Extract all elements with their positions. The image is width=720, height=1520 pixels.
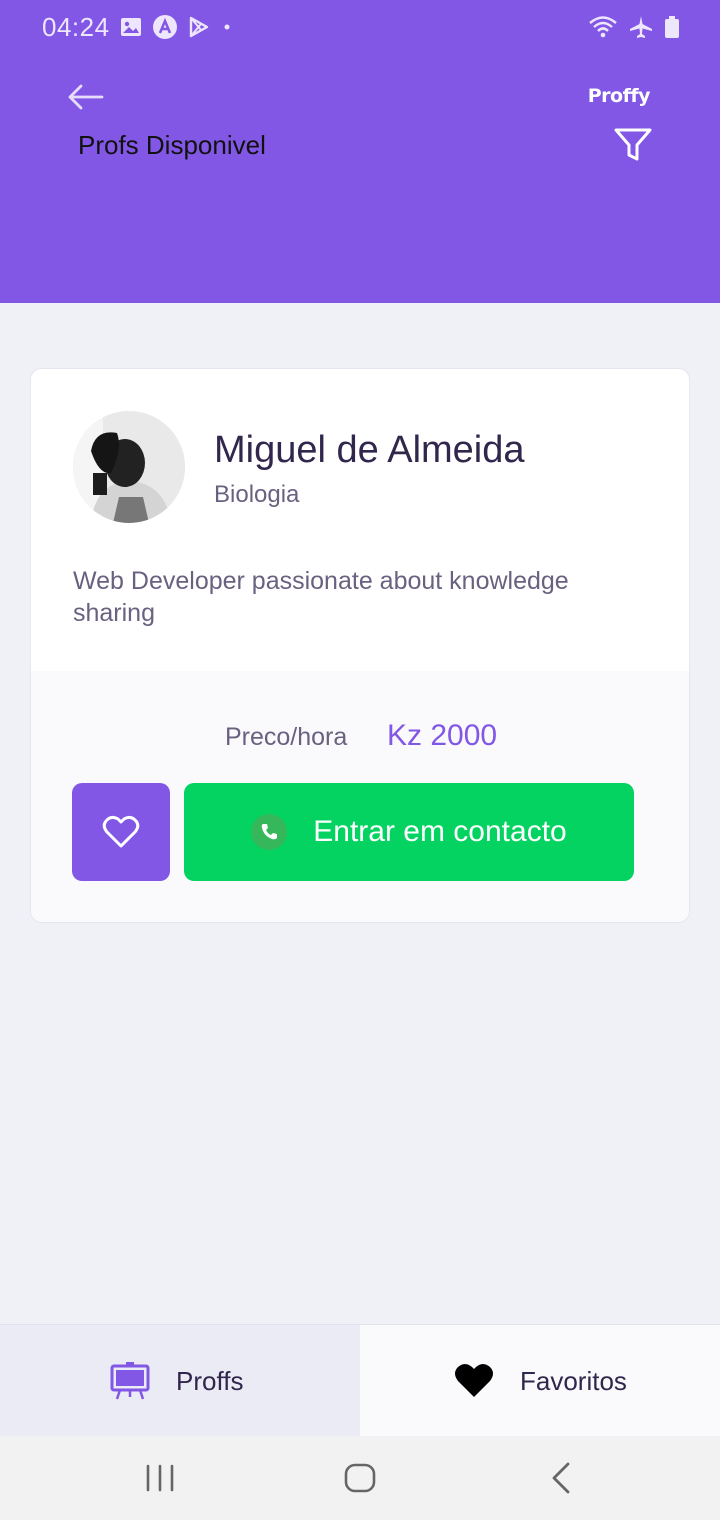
- avatar: [73, 411, 185, 523]
- teacher-profile: Miguel de Almeida Biologia Web Developer…: [31, 369, 689, 671]
- wifi-icon: [589, 16, 617, 38]
- back-arrow-icon[interactable]: [66, 82, 104, 112]
- teacher-subject: Biologia: [214, 481, 300, 508]
- teacher-card: Miguel de Almeida Biologia Web Developer…: [30, 368, 690, 923]
- battery-icon: [665, 16, 679, 38]
- system-back-icon[interactable]: [542, 1460, 582, 1496]
- card-footer: Preco/hora Kz 2000 Entrar em contacto: [31, 671, 689, 922]
- teacher-bio: Web Developer passionate about knowledge…: [73, 567, 569, 627]
- filter-icon[interactable]: [612, 126, 654, 164]
- system-navigation-bar: [0, 1436, 720, 1520]
- tab-proffs-label: Proffs: [176, 1365, 244, 1396]
- teacher-name: Miguel de Almeida: [214, 429, 525, 471]
- dot-icon: [224, 24, 230, 30]
- home-icon[interactable]: [340, 1460, 380, 1496]
- heart-outline-icon: [102, 815, 140, 848]
- contact-button[interactable]: Entrar em contacto: [184, 783, 634, 881]
- tab-bar: Proffs Favoritos: [0, 1324, 720, 1437]
- easel-icon: [110, 1362, 150, 1400]
- image-icon: [121, 18, 141, 36]
- play-store-icon: [189, 16, 209, 38]
- heart-icon: [455, 1364, 493, 1397]
- tab-favoritos-label: Favoritos: [520, 1365, 627, 1396]
- status-bar: 04:24: [0, 0, 720, 56]
- brand-logo: Proffy: [587, 85, 651, 107]
- recent-apps-icon[interactable]: [140, 1460, 180, 1496]
- contact-label: Entrar em contacto: [313, 815, 567, 848]
- price-label: Preco/hora: [225, 723, 348, 751]
- page-title: Profs Disponivel: [78, 130, 266, 160]
- header: 04:24 Proffy Profs Disponivel: [0, 0, 720, 303]
- status-time: 04:24: [42, 12, 110, 42]
- status-icons-right: [588, 14, 680, 40]
- app-a-icon: [153, 15, 177, 39]
- tab-favoritos[interactable]: Favoritos: [360, 1325, 720, 1437]
- whatsapp-icon: [251, 814, 288, 850]
- avatar-photo: [73, 411, 185, 523]
- price-value: Kz 2000: [387, 719, 498, 752]
- favorite-button[interactable]: [72, 783, 170, 881]
- status-icons-left: [120, 14, 234, 40]
- tab-proffs[interactable]: Proffs: [0, 1325, 360, 1437]
- airplane-icon: [630, 16, 652, 38]
